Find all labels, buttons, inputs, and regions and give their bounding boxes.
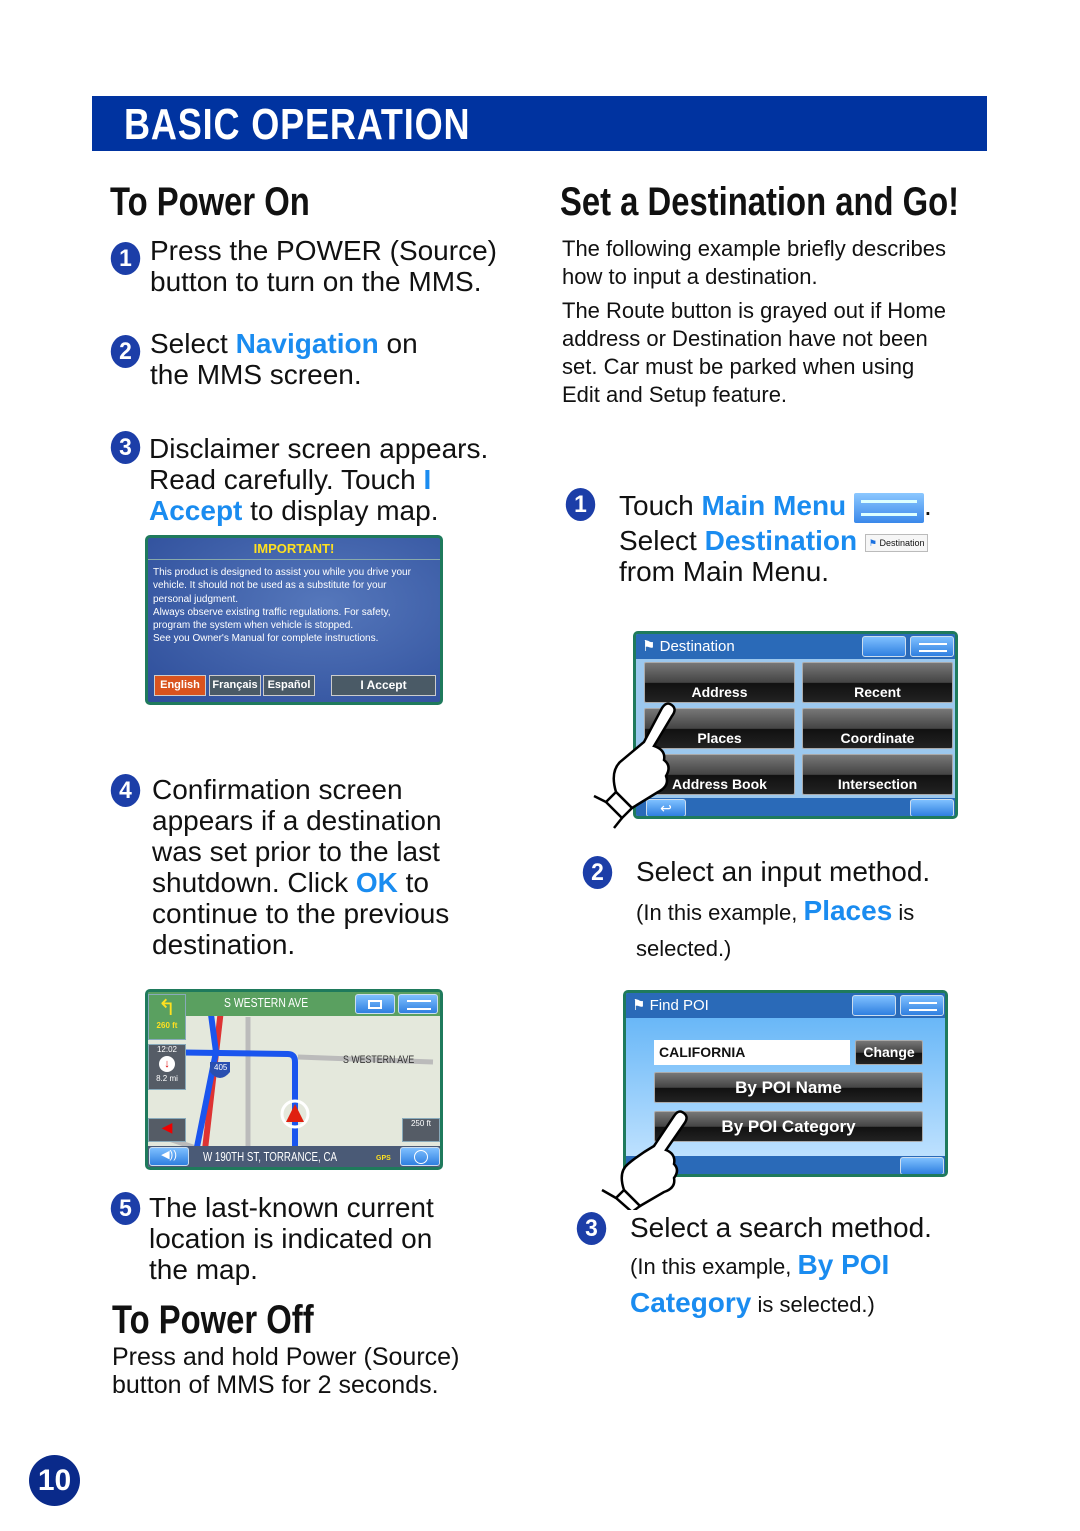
dest-step2-text: Select an input method. (636, 856, 931, 887)
nav-arrow-icon (414, 1150, 428, 1164)
turn-left-arrow-icon: ↰ (157, 995, 177, 1020)
navigation-button[interactable] (400, 1147, 440, 1166)
by-poi-name-button[interactable]: By POI Name (654, 1072, 923, 1103)
map-roads (148, 992, 434, 1167)
destination-chip: ⚑ Destination (864, 533, 929, 552)
gps-indicator: GPS (376, 1155, 391, 1162)
page-number: 10 (29, 1455, 80, 1506)
step-number: 4 (110, 774, 141, 807)
navigation-button[interactable] (900, 1157, 944, 1174)
by-poi-category-button[interactable]: By POI Category (654, 1111, 923, 1142)
map-screen[interactable]: 405 S WESTERN AVE S WESTERN AVE ↰ 260 ft… (145, 989, 443, 1170)
recent-button[interactable]: Recent (802, 662, 953, 703)
navigation-button[interactable] (910, 799, 954, 816)
pan-button[interactable]: ◀ (148, 1118, 186, 1142)
english-button[interactable]: English (154, 675, 206, 696)
main-menu-button[interactable] (900, 995, 944, 1016)
disclaimer-screen: IMPORTANT! This product is designed to a… (145, 535, 443, 705)
current-location: W 190TH ST, TORRANCE, CA (203, 1149, 338, 1164)
zoom-scale[interactable]: 250 ft (402, 1118, 440, 1142)
dest-step3-note: (In this example, By POI Category is sele… (630, 1249, 890, 1318)
note-paragraph: The Route button is grayed out if Home ad… (562, 298, 946, 407)
street-label: S WESTERN AVE (343, 1054, 415, 1066)
intro-paragraph: The following example briefly describes h… (562, 236, 946, 289)
pointing-hand-icon (601, 1110, 688, 1210)
highway-number: 405 (214, 1063, 228, 1072)
step1-text: Press the POWER (Source) button to turn o… (150, 235, 497, 297)
main-menu-button[interactable] (910, 636, 954, 657)
main-menu-icon (853, 492, 924, 523)
step-number: 1 (565, 488, 596, 521)
step5-text: The last-known current location is indica… (149, 1192, 434, 1285)
compass-icon: ↓ (159, 1056, 175, 1072)
section-title: BASIC OPERATION (124, 100, 471, 149)
change-button[interactable]: Change (855, 1040, 923, 1065)
window-button[interactable] (852, 995, 896, 1016)
step4-text: Confirmation screen appears if a destinat… (152, 774, 450, 960)
step3-text: Disclaimer screen appears. Read carefully… (149, 433, 489, 526)
i-accept-button[interactable]: I Accept (331, 675, 436, 696)
turn-indicator: ↰ 260 ft (148, 994, 186, 1040)
power-off-heading: To Power Off (112, 1298, 314, 1342)
step-number: 2 (110, 335, 141, 368)
destination-title-bar: ⚑ Destination (636, 634, 955, 659)
window-icon (368, 1000, 382, 1009)
step-number: 2 (582, 856, 613, 889)
find-poi-title-bar: ⚑ Find POI (626, 993, 945, 1018)
flag-icon: ⚑ (642, 638, 656, 655)
window-button[interactable] (355, 994, 395, 1014)
state-field[interactable]: CALIFORNIA (654, 1040, 850, 1065)
step2-text: Select Navigation on the MMS screen. (150, 328, 418, 390)
flag-icon: ⚑ (632, 997, 646, 1014)
intersection-button[interactable]: Intersection (802, 754, 953, 795)
menu-icon (407, 1000, 431, 1010)
dest-step1-text: Touch Main Menu . Select Destination ⚑ D… (619, 490, 932, 587)
disclaimer-text: This product is designed to assist you w… (153, 567, 411, 645)
flag-icon: ⚑ (868, 537, 877, 548)
address-button[interactable]: Address (644, 662, 795, 703)
volume-button[interactable]: ◀)) (149, 1147, 189, 1166)
coordinate-button[interactable]: Coordinate (802, 708, 953, 749)
step-number: 3 (576, 1212, 607, 1245)
disclaimer-title: IMPORTANT! (148, 538, 440, 560)
current-street: S WESTERN AVE (224, 995, 309, 1010)
dest-step2-note: (In this example, Places is selected.) (636, 895, 915, 961)
section-header: BASIC OPERATION (92, 96, 987, 151)
power-off-text: Press and hold Power (Source) button of M… (112, 1343, 460, 1399)
window-button[interactable] (862, 636, 906, 657)
main-menu-button[interactable] (398, 994, 438, 1014)
power-on-heading: To Power On (110, 180, 310, 224)
dest-step3-text: Select a search method. (630, 1212, 932, 1243)
trip-info: 12:02 ↓ 8.2 mi (148, 1044, 186, 1090)
francais-button[interactable]: Français (209, 675, 261, 696)
espanol-button[interactable]: Español (263, 675, 315, 696)
pointing-hand-icon (593, 702, 676, 829)
step-number: 5 (110, 1192, 141, 1225)
step-number: 1 (110, 242, 141, 275)
destination-heading: Set a Destination and Go! (560, 180, 960, 224)
step-number: 3 (110, 431, 141, 464)
